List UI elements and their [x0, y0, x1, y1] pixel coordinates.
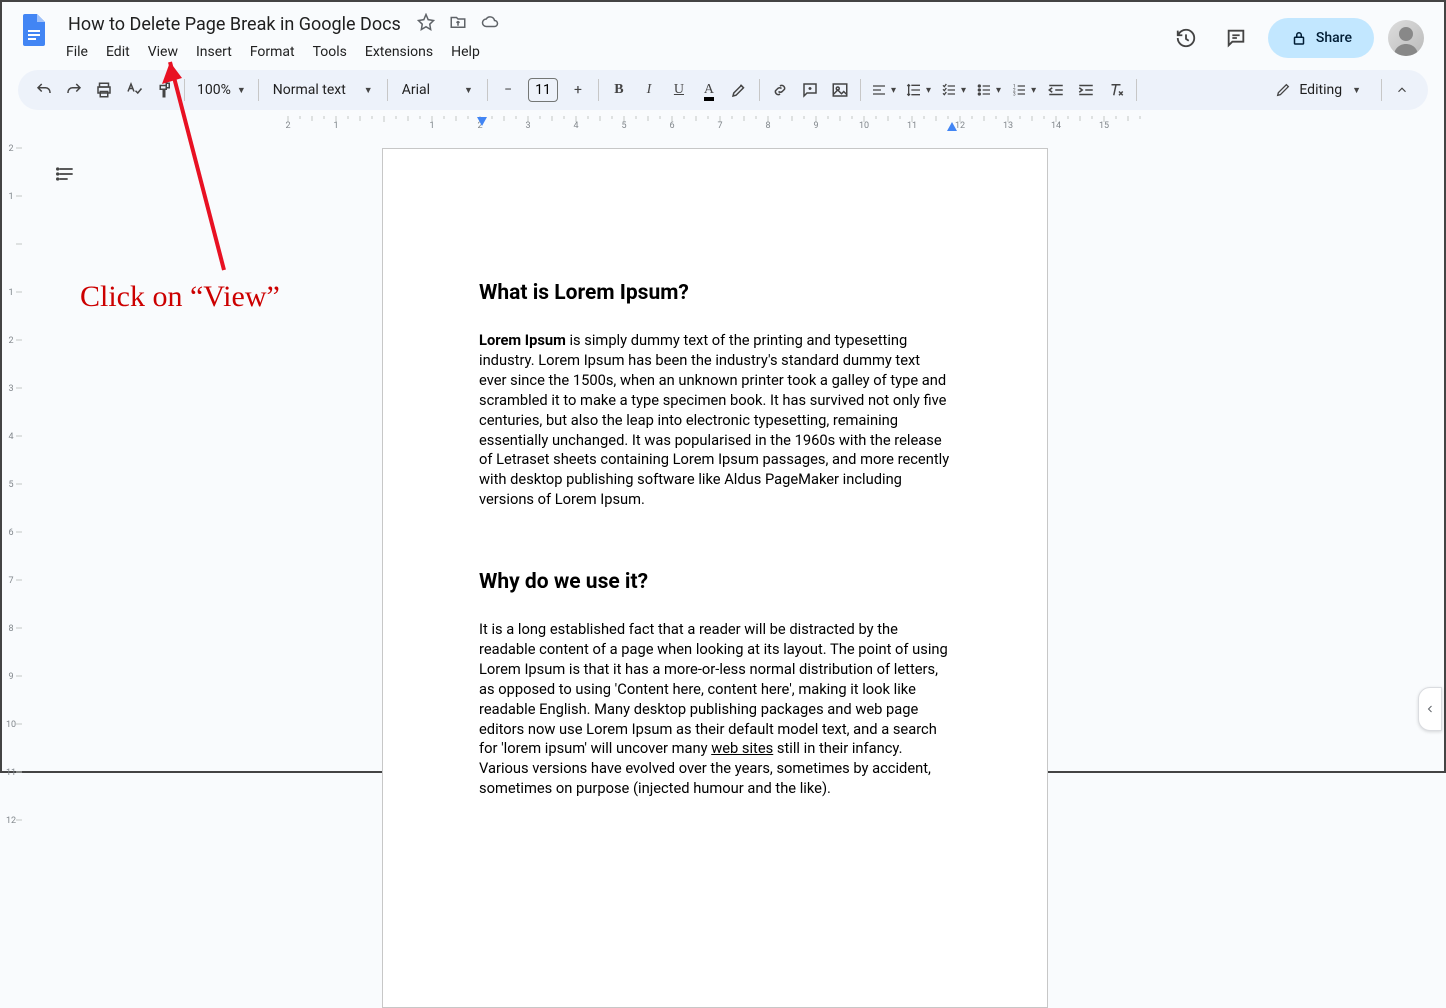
svg-text:1: 1: [8, 288, 13, 298]
link-text: web sites: [711, 739, 773, 757]
line-spacing-button[interactable]: [902, 76, 935, 104]
italic-button[interactable]: I: [635, 76, 663, 104]
add-comment-button[interactable]: [796, 76, 824, 104]
numbered-list-button[interactable]: 123: [1007, 76, 1040, 104]
account-avatar[interactable]: [1388, 20, 1424, 56]
bold-text: Lorem Ipsum: [479, 331, 566, 349]
decrease-indent-button[interactable]: [1042, 76, 1070, 104]
svg-text:2: 2: [8, 144, 13, 154]
svg-text:11: 11: [6, 768, 16, 778]
spellcheck-button[interactable]: [120, 76, 148, 104]
menu-insert[interactable]: Insert: [188, 40, 240, 64]
paragraph-style-dropdown[interactable]: Normal text▼: [265, 82, 381, 98]
print-button[interactable]: [90, 76, 118, 104]
docs-logo[interactable]: [14, 10, 54, 50]
svg-text:8: 8: [8, 624, 13, 634]
highlight-color-button[interactable]: [725, 76, 753, 104]
decrease-font-size-button[interactable]: −: [494, 76, 522, 104]
paint-format-button[interactable]: [150, 76, 178, 104]
paragraph-2[interactable]: It is a long established fact that a rea…: [479, 620, 951, 799]
menu-format[interactable]: Format: [242, 40, 303, 64]
style-value: Normal text: [273, 82, 346, 98]
insert-image-button[interactable]: [826, 76, 854, 104]
mode-dropdown[interactable]: Editing ▼: [1261, 78, 1375, 102]
align-button[interactable]: [867, 76, 900, 104]
toolbar: 100%▼ Normal text▼ Arial▼ − + B I U A 12…: [18, 70, 1428, 110]
history-icon[interactable]: [1168, 20, 1204, 56]
paragraph-text: is simply dummy text of the printing and…: [479, 331, 949, 508]
menu-bar: File Edit View Insert Format Tools Exten…: [58, 38, 1168, 66]
star-icon[interactable]: [417, 13, 435, 35]
menu-tools[interactable]: Tools: [305, 40, 355, 64]
zoom-value: 100%: [197, 82, 231, 98]
svg-text:12: 12: [6, 816, 16, 826]
increase-indent-button[interactable]: [1072, 76, 1100, 104]
move-icon[interactable]: [449, 13, 467, 35]
bulleted-list-button[interactable]: [972, 76, 1005, 104]
comments-icon[interactable]: [1218, 20, 1254, 56]
svg-text:7: 7: [8, 576, 13, 586]
text-color-button[interactable]: A: [695, 76, 723, 104]
cloud-status-icon[interactable]: [481, 13, 499, 35]
vertical-ruler[interactable]: 2112345678910111213: [6, 130, 26, 771]
heading-2[interactable]: Why do we use it?: [479, 568, 951, 596]
document-title[interactable]: How to Delete Page Break in Google Docs: [62, 12, 407, 37]
menu-view[interactable]: View: [140, 40, 186, 64]
paragraph-text: It is a long established fact that a rea…: [479, 620, 948, 757]
lock-icon: [1290, 29, 1308, 47]
svg-text:1: 1: [8, 192, 13, 202]
svg-text:2: 2: [8, 336, 13, 346]
svg-text:9: 9: [8, 672, 13, 682]
svg-text:5: 5: [8, 480, 13, 490]
redo-button[interactable]: [60, 76, 88, 104]
svg-text:3: 3: [8, 384, 13, 394]
underline-button[interactable]: U: [665, 76, 693, 104]
font-value: Arial: [402, 82, 430, 98]
font-family-dropdown[interactable]: Arial▼: [394, 82, 481, 98]
svg-text:10: 10: [6, 720, 16, 730]
zoom-dropdown[interactable]: 100%▼: [191, 82, 252, 98]
share-button[interactable]: Share: [1268, 18, 1374, 58]
svg-text:3: 3: [1013, 91, 1016, 97]
font-size-input[interactable]: [528, 78, 558, 102]
checklist-button[interactable]: [937, 76, 970, 104]
svg-text:6: 6: [8, 528, 13, 538]
svg-text:4: 4: [8, 432, 13, 442]
share-label: Share: [1316, 30, 1352, 46]
mode-label: Editing: [1299, 82, 1342, 98]
increase-font-size-button[interactable]: +: [564, 76, 592, 104]
document-page[interactable]: What is Lorem Ipsum? Lorem Ipsum is simp…: [382, 148, 1048, 1008]
collapse-toolbar-button[interactable]: [1388, 76, 1416, 104]
side-panel-toggle[interactable]: [1418, 687, 1442, 731]
undo-button[interactable]: [30, 76, 58, 104]
bold-button[interactable]: B: [605, 76, 633, 104]
pencil-icon: [1275, 82, 1291, 98]
insert-link-button[interactable]: [766, 76, 794, 104]
menu-file[interactable]: File: [58, 40, 96, 64]
heading-1[interactable]: What is Lorem Ipsum?: [479, 279, 951, 307]
menu-edit[interactable]: Edit: [98, 40, 138, 64]
paragraph-1[interactable]: Lorem Ipsum is simply dummy text of the …: [479, 331, 951, 510]
menu-help[interactable]: Help: [443, 40, 488, 64]
menu-extensions[interactable]: Extensions: [357, 40, 441, 64]
clear-formatting-button[interactable]: [1102, 76, 1130, 104]
